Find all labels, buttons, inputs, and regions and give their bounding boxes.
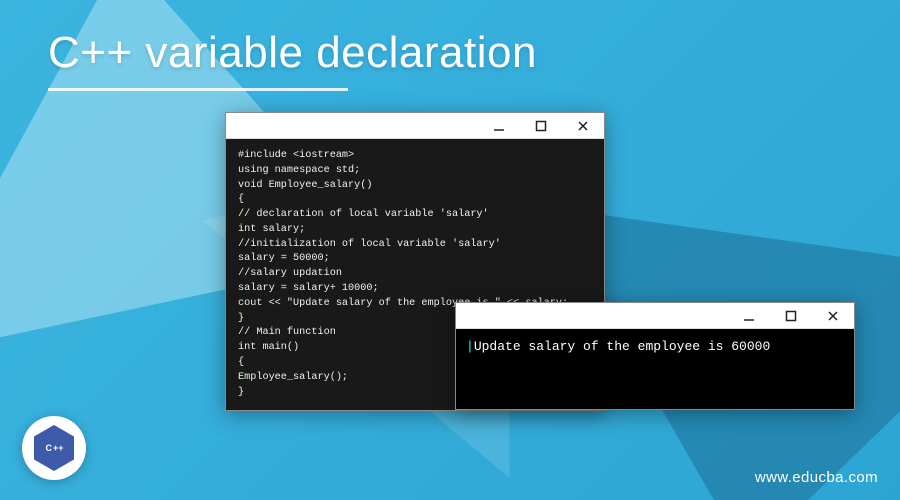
close-button[interactable] bbox=[566, 116, 600, 136]
close-button[interactable] bbox=[816, 306, 850, 326]
logo-letter: C bbox=[45, 443, 52, 453]
console-text: Update salary of the employee is 60000 bbox=[474, 339, 770, 354]
maximize-icon bbox=[785, 310, 797, 322]
cpp-logo-hex: C++ bbox=[34, 425, 74, 471]
site-url: www.educba.com bbox=[755, 469, 878, 486]
logo-plus: ++ bbox=[53, 443, 64, 453]
title-underline bbox=[48, 88, 348, 91]
page-title: C++ variable declaration bbox=[48, 28, 537, 78]
close-icon bbox=[827, 310, 839, 322]
minimize-icon bbox=[493, 120, 505, 132]
console-window-titlebar bbox=[456, 303, 854, 329]
maximize-button[interactable] bbox=[774, 306, 808, 326]
maximize-icon bbox=[535, 120, 547, 132]
console-output: |Update salary of the employee is 60000 bbox=[456, 329, 854, 409]
minimize-button[interactable] bbox=[482, 116, 516, 136]
maximize-button[interactable] bbox=[524, 116, 558, 136]
close-icon bbox=[577, 120, 589, 132]
cpp-logo: C++ bbox=[22, 416, 86, 480]
minimize-button[interactable] bbox=[732, 306, 766, 326]
minimize-icon bbox=[743, 310, 755, 322]
code-window-titlebar bbox=[226, 113, 604, 139]
console-window: |Update salary of the employee is 60000 bbox=[455, 302, 855, 410]
